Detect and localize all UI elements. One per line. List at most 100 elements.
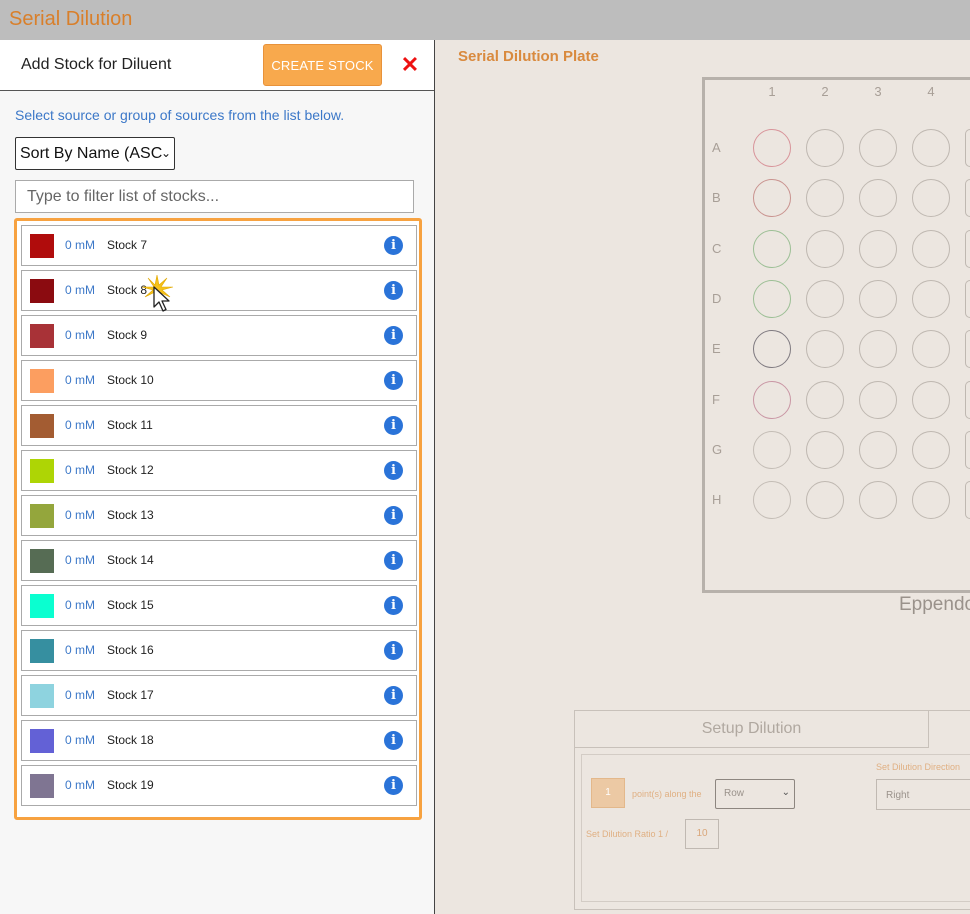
plate-well[interactable] (912, 330, 950, 369)
plate-well[interactable] (859, 481, 897, 520)
info-icon[interactable]: i (384, 506, 403, 525)
plate-well[interactable] (806, 430, 844, 469)
plate-well[interactable] (912, 129, 950, 167)
stock-row[interactable]: 0 mM Stock 7 i (21, 225, 417, 266)
plate-well[interactable] (806, 380, 844, 419)
stock-concentration: 0 mM (65, 418, 95, 432)
plate-well[interactable] (965, 229, 970, 268)
plate-well[interactable] (912, 279, 950, 318)
stock-color-swatch (30, 594, 54, 618)
plate-well[interactable] (965, 129, 970, 167)
plate-row-label: F (712, 391, 720, 407)
sort-select[interactable]: Sort By Name (ASC ⌄ (15, 137, 175, 170)
stock-row[interactable]: 0 mM Stock 9 i (21, 315, 417, 356)
plate-well[interactable] (965, 179, 970, 218)
stock-concentration: 0 mM (65, 733, 95, 747)
instructions-text: Select source or group of sources from t… (15, 107, 345, 123)
stock-row[interactable]: 0 mM Stock 13 i (21, 495, 417, 536)
plate-well[interactable] (965, 380, 970, 419)
plate-well[interactable] (753, 481, 791, 520)
direction-select-value: Row (724, 788, 745, 799)
info-icon[interactable]: i (384, 596, 403, 615)
plate-well[interactable] (806, 330, 844, 369)
plate-well[interactable] (859, 229, 897, 268)
stock-row[interactable]: 0 mM Stock 17 i (21, 675, 417, 716)
plate-well[interactable] (859, 430, 897, 469)
stock-color-swatch (30, 279, 54, 303)
plate-well[interactable] (753, 430, 791, 469)
plate-well[interactable] (753, 129, 791, 167)
create-stock-button[interactable]: CREATE STOCK (263, 44, 382, 86)
plate-well[interactable] (753, 380, 791, 419)
stock-name: Stock 12 (107, 463, 154, 477)
info-icon[interactable]: i (384, 236, 403, 255)
info-icon[interactable]: i (384, 281, 403, 300)
plate-row-label: H (712, 492, 722, 508)
info-icon[interactable]: i (384, 776, 403, 795)
stock-row[interactable]: 0 mM Stock 12 i (21, 450, 417, 491)
tab-setup-dilution[interactable]: Setup Dilution (575, 711, 929, 748)
info-icon[interactable]: i (384, 686, 403, 705)
setup-form (581, 754, 970, 902)
stock-row[interactable]: 0 mM Stock 14 i (21, 540, 417, 581)
plate-row-label: D (712, 290, 722, 306)
stock-concentration: 0 mM (65, 508, 95, 522)
stock-row[interactable]: 0 mM Stock 8 i (21, 270, 417, 311)
plate-column-label: 3 (874, 84, 882, 99)
plate-well[interactable] (859, 129, 897, 167)
plate-well[interactable] (912, 481, 950, 520)
info-icon[interactable]: i (384, 416, 403, 435)
plate-well[interactable] (806, 279, 844, 318)
stock-row[interactable]: 0 mM Stock 19 i (21, 765, 417, 806)
plate-well[interactable] (965, 279, 970, 318)
plate-row-label: A (712, 140, 721, 155)
close-icon[interactable]: ✕ (398, 53, 422, 77)
panel-title: Add Stock for Diluent (21, 56, 172, 73)
plate-well[interactable] (753, 279, 791, 318)
plate-column-label: 1 (768, 84, 776, 99)
plate-well[interactable] (806, 481, 844, 520)
stock-color-swatch (30, 504, 54, 528)
info-icon[interactable]: i (384, 326, 403, 345)
plate-well[interactable] (859, 380, 897, 419)
plate-well[interactable] (965, 481, 970, 520)
stock-row[interactable]: 0 mM Stock 10 i (21, 360, 417, 401)
plate-well[interactable] (753, 229, 791, 268)
info-icon[interactable]: i (384, 461, 403, 480)
stock-color-swatch (30, 684, 54, 708)
stock-filter-input[interactable] (15, 180, 414, 213)
direction-select[interactable]: Row ⌄ (715, 779, 795, 809)
stock-concentration: 0 mM (65, 463, 95, 477)
stock-color-swatch (30, 774, 54, 798)
ratio-input[interactable]: 10 (685, 819, 719, 849)
plate-well[interactable] (806, 229, 844, 268)
stock-row[interactable]: 0 mM Stock 18 i (21, 720, 417, 761)
plate-well[interactable] (859, 330, 897, 369)
side-select[interactable]: Right (876, 779, 970, 810)
stock-name: Stock 17 (107, 688, 154, 702)
plate-column-label: 2 (821, 84, 829, 99)
stock-list: 0 mM Stock 7i0 mM Stock 8i0 mM Stock 9i0 mM… (14, 218, 422, 820)
ratio-label: Set Dilution Ratio 1 / (586, 829, 669, 839)
plate-well[interactable] (753, 330, 791, 369)
info-icon[interactable]: i (384, 371, 403, 390)
stock-row[interactable]: 0 mM Stock 11 i (21, 405, 417, 446)
info-icon[interactable]: i (384, 641, 403, 660)
plate-well[interactable] (912, 380, 950, 419)
stock-concentration: 0 mM (65, 778, 95, 792)
plate-well[interactable] (912, 430, 950, 469)
stock-row[interactable]: 0 mM Stock 15 i (21, 585, 417, 626)
plate-well[interactable] (965, 430, 970, 469)
chevron-down-icon: ⌄ (160, 146, 171, 160)
plate-well[interactable] (806, 129, 844, 167)
stock-concentration: 0 mM (65, 598, 95, 612)
stock-name: Stock 7 (107, 238, 148, 252)
plate-well[interactable] (859, 279, 897, 318)
plate-well[interactable] (965, 330, 970, 369)
plate-well[interactable] (912, 229, 950, 268)
info-icon[interactable]: i (384, 551, 403, 570)
points-input[interactable]: 1 (591, 778, 625, 808)
info-icon[interactable]: i (384, 731, 403, 750)
stock-row[interactable]: 0 mM Stock 16 i (21, 630, 417, 671)
stock-concentration: 0 mM (65, 238, 95, 252)
